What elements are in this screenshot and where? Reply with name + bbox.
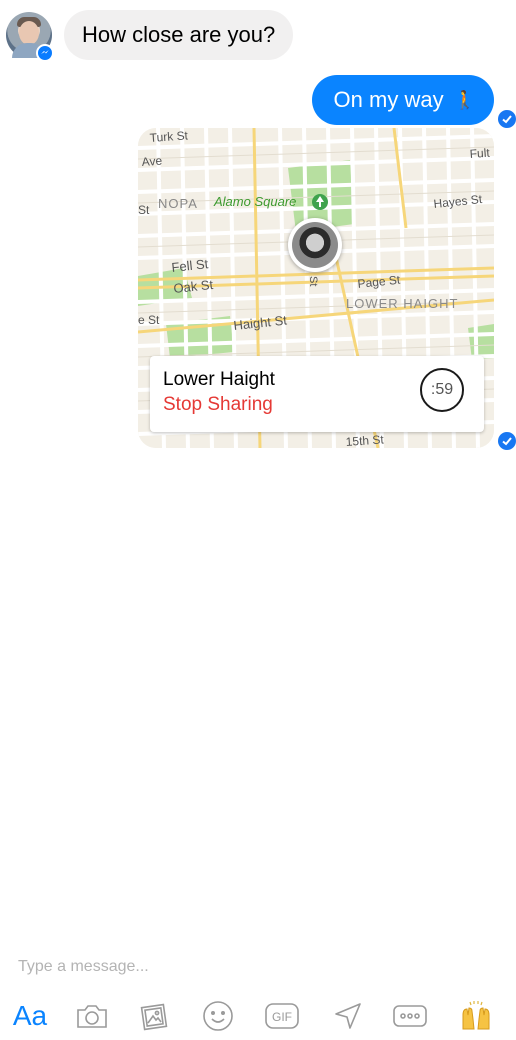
incoming-message-bubble[interactable]: How close are you?: [64, 10, 294, 60]
location-info-box: Lower Haight Stop Sharing :59: [150, 356, 484, 432]
map-read-receipt-icon: [498, 432, 516, 450]
read-receipt-icon: [498, 110, 516, 128]
sharing-timer: :59: [420, 368, 464, 412]
walking-person-icon: 🚶: [453, 89, 476, 110]
location-arrow-icon[interactable]: [328, 994, 368, 1038]
location-map-card[interactable]: Turk St Ave Fult St NOPA Alamo Square Ha…: [138, 128, 494, 448]
raised-hands-icon[interactable]: [454, 994, 498, 1038]
stop-sharing-button[interactable]: Stop Sharing: [163, 394, 273, 416]
text-format-button[interactable]: Aa: [8, 994, 52, 1038]
map-label-alamo-square: Alamo Square: [213, 194, 296, 209]
map-label-e-st: e St: [138, 313, 160, 327]
map-label-ave: Ave: [141, 154, 163, 169]
gif-icon[interactable]: GIF: [262, 994, 302, 1038]
map-label-15th: 15th St: [345, 432, 385, 448]
map-label-vertical-st: St: [307, 276, 319, 286]
user-photo: [292, 222, 338, 268]
emoji-icon[interactable]: [198, 994, 238, 1038]
outgoing-message-text: On my way: [333, 87, 444, 112]
incoming-message-text: How close are you?: [82, 22, 276, 47]
messenger-badge-icon: [36, 44, 54, 62]
more-options-icon[interactable]: [388, 994, 432, 1038]
camera-icon[interactable]: [72, 994, 112, 1038]
map-label-turk: Turk St: [149, 128, 189, 145]
composer-toolbar: Aa GIF: [0, 994, 516, 1038]
location-place-name: Lower Haight: [163, 369, 275, 390]
message-input[interactable]: [18, 956, 488, 978]
park-tree-icon: [312, 194, 328, 210]
map-label-st: St: [138, 203, 150, 217]
map-label-lower-haight: LOWER HAIGHT: [346, 296, 458, 311]
map-label-fulton: Fult: [469, 146, 491, 161]
svg-text:GIF: GIF: [272, 1010, 292, 1024]
map-label-nopa: NOPA: [158, 196, 198, 211]
gallery-icon[interactable]: [134, 994, 174, 1038]
user-location-pin[interactable]: [288, 218, 342, 272]
outgoing-message-bubble[interactable]: On my way 🚶: [311, 75, 494, 125]
